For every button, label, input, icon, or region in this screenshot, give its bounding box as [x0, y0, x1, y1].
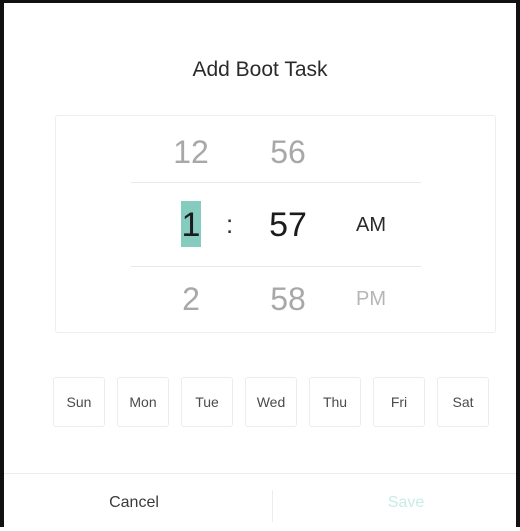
hour-current[interactable]: 1 — [161, 206, 221, 245]
minute-prev[interactable]: 56 — [258, 134, 318, 171]
period-current[interactable]: AM — [346, 214, 396, 237]
day-fri[interactable]: Fri — [373, 377, 425, 427]
day-mon[interactable]: Mon — [117, 377, 169, 427]
hour-next[interactable]: 2 — [161, 281, 221, 318]
day-thu[interactable]: Thu — [309, 377, 361, 427]
day-wed[interactable]: Wed — [245, 377, 297, 427]
cancel-button[interactable]: Cancel — [4, 474, 264, 531]
day-tue[interactable]: Tue — [181, 377, 233, 427]
time-picker[interactable]: 12 1 2 : 56 57 58 AM PM — [55, 115, 496, 333]
save-button[interactable]: Save — [276, 474, 520, 531]
period-next[interactable]: PM — [346, 288, 396, 311]
add-boot-task-dialog: Add Boot Task 12 1 2 : 56 57 58 AM PM Su… — [0, 0, 520, 527]
footer-divider — [272, 490, 273, 522]
dialog-title: Add Boot Task — [192, 58, 328, 81]
dialog-footer: Cancel Save — [4, 473, 516, 531]
minute-current[interactable]: 57 — [258, 206, 318, 245]
time-separator: : — [226, 209, 234, 239]
hour-prev[interactable]: 12 — [161, 134, 221, 171]
minute-next[interactable]: 58 — [258, 281, 318, 318]
selection-line-top — [131, 182, 421, 183]
weekday-selector: Sun Mon Tue Wed Thu Fri Sat — [53, 377, 493, 427]
selection-line-bottom — [131, 266, 421, 267]
day-sun[interactable]: Sun — [53, 377, 105, 427]
day-sat[interactable]: Sat — [437, 377, 489, 427]
